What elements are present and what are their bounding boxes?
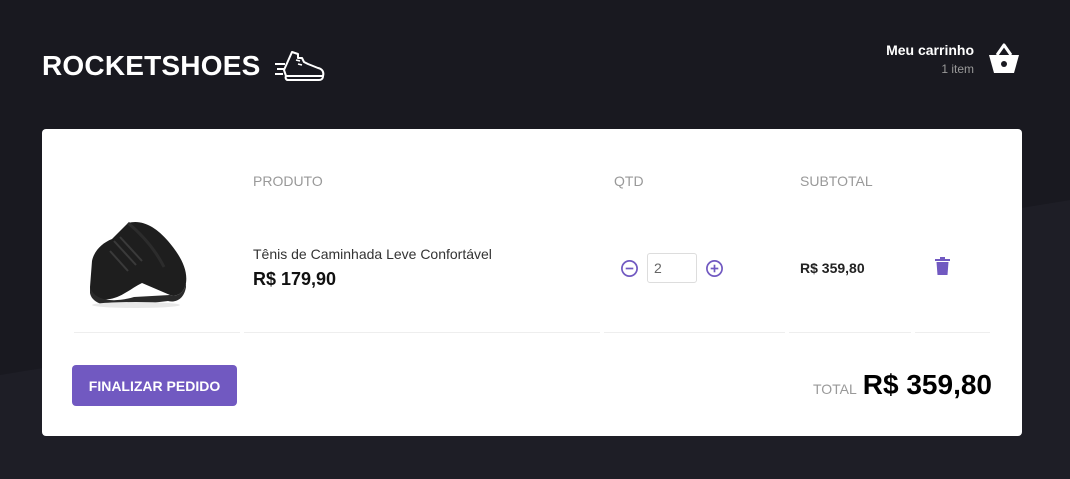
total-value: R$ 359,80 (862, 369, 992, 400)
basket-icon (989, 43, 1019, 73)
brand-name: ROCKETSHOES (42, 50, 261, 81)
column-header-subtotal: SUBTOTAL (800, 173, 873, 189)
row-divider (244, 332, 600, 333)
cart-title: Meu carrinho (886, 42, 974, 58)
trash-icon[interactable] (935, 257, 950, 275)
sneaker-logo-icon (275, 51, 325, 81)
row-divider (604, 332, 785, 333)
brand-logo[interactable]: ROCKETSHOES (42, 46, 328, 86)
product-image (90, 221, 187, 308)
plus-circle-icon[interactable] (705, 259, 724, 278)
quantity-stepper (620, 253, 724, 283)
cart-panel: PRODUTO QTD SUBTOTAL Tênis de Caminhada … (42, 129, 1022, 436)
cart-link[interactable]: Meu carrinho 1 item (886, 42, 1022, 76)
order-total: TOTAL R$ 359,80 (813, 369, 992, 401)
product-price: R$ 179,90 (253, 269, 337, 289)
item-subtotal: R$ 359,80 (800, 260, 865, 276)
minus-circle-icon[interactable] (620, 259, 639, 278)
row-divider (789, 332, 911, 333)
cart-count: 1 item (941, 62, 974, 76)
column-header-qty: QTD (614, 173, 644, 189)
row-divider (915, 332, 990, 333)
quantity-input[interactable] (647, 253, 697, 283)
product-title: Tênis de Caminhada Leve Confortável (253, 246, 492, 262)
total-label: TOTAL (812, 381, 857, 397)
cart-summary: Meu carrinho 1 item (886, 42, 974, 76)
finish-order-button[interactable]: FINALIZAR PEDIDO (72, 365, 237, 406)
row-divider (74, 332, 240, 333)
column-header-product: PRODUTO (253, 173, 323, 189)
header: ROCKETSHOES Meu carrinho 1 item (42, 36, 1022, 96)
